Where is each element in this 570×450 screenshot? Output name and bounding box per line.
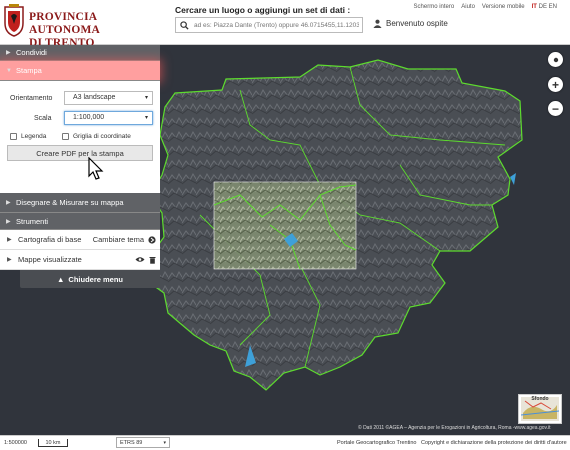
chevron-down-icon: ▾ xyxy=(144,115,148,121)
zoom-in-button[interactable]: + xyxy=(548,77,563,92)
crs-select[interactable]: ETRS 89 ▾ xyxy=(116,437,170,448)
chevron-right-icon: ▶ xyxy=(6,200,11,206)
close-menu-button[interactable]: ▲ Chiudere menu xyxy=(20,270,160,288)
basemap-label: Sfondo xyxy=(531,396,549,402)
chevron-right-icon: ▶ xyxy=(6,50,11,56)
side-panel: ▶ Condividi ▼ Stampa Orientamento A3 lan… xyxy=(0,45,160,288)
copyright-link[interactable]: Copyright e dichiarazione della protezio… xyxy=(421,440,567,446)
accordion-condividi[interactable]: ▶ Condividi xyxy=(0,45,160,61)
lang-de[interactable]: DE xyxy=(539,4,547,10)
crest-icon xyxy=(4,4,24,37)
scala-label: Scala xyxy=(34,115,52,122)
legenda-label: Legenda xyxy=(21,133,47,140)
user-menu[interactable]: Benvenuto ospite xyxy=(373,19,448,28)
create-pdf-button[interactable]: Creare PDF per la stampa xyxy=(7,145,153,161)
chevron-down-icon: ▾ xyxy=(163,440,166,446)
eye-icon[interactable] xyxy=(135,256,145,263)
search-label: Cercare un luogo o aggiungi un set di da… xyxy=(175,5,351,15)
zoom-out-button[interactable]: − xyxy=(548,101,563,116)
chevron-down-icon: ▼ xyxy=(6,67,12,74)
chevron-right-icon: ▶ xyxy=(6,218,11,225)
accordion-stampa[interactable]: ▼ Stampa xyxy=(0,61,160,81)
orientamento-select[interactable]: A3 landscape ▾ xyxy=(64,91,153,105)
search-input[interactable] xyxy=(194,19,359,31)
link-help[interactable]: Aiuto xyxy=(461,4,475,10)
zoom-out-icon: − xyxy=(551,101,559,116)
scale-text: 1:500000 xyxy=(4,440,27,446)
disegnare-label: Disegnare & Misurare su mappa xyxy=(16,198,124,207)
stampa-label: Stampa xyxy=(16,66,42,75)
mappe-row[interactable]: ▶ Mappe visualizzate xyxy=(0,250,160,270)
checkbox-box[interactable] xyxy=(10,133,17,140)
header: PROVINCIA AUTONOMA DI TRENTO Cercare un … xyxy=(0,0,570,49)
user-icon xyxy=(373,19,382,28)
link-fullscreen[interactable]: Schermo intero xyxy=(414,4,455,10)
stampa-body: Orientamento A3 landscape ▾ Scala 1:100,… xyxy=(0,81,160,177)
search-box[interactable] xyxy=(175,17,363,33)
cursor-icon xyxy=(88,157,104,180)
portal-link[interactable]: Portale Geocartografico Trentino xyxy=(337,440,417,446)
chevron-down-icon: ▾ xyxy=(144,95,148,101)
scala-value: 1:100,000 xyxy=(73,114,105,121)
arrow-right-icon[interactable] xyxy=(148,235,156,244)
strumenti-label: Strumenti xyxy=(16,216,49,226)
search-icon xyxy=(180,21,189,30)
griglia-label: Griglia di coordinate xyxy=(73,133,131,140)
trash-icon[interactable] xyxy=(149,256,156,264)
cartografia-row[interactable]: ▶ Cartografia di base Cambiare tema xyxy=(0,230,160,250)
cambiare-tema-link[interactable]: Cambiare tema xyxy=(93,235,144,244)
chevron-right-icon: ▶ xyxy=(7,237,12,243)
accordion-strumenti[interactable]: ▶ Strumenti xyxy=(0,213,160,230)
top-links: Schermo intero Aiuto Versione mobile IT … xyxy=(414,4,557,10)
cartografia-label: Cartografia di base xyxy=(18,235,82,244)
checkbox-box[interactable] xyxy=(62,133,69,140)
close-menu-label: Chiudere menu xyxy=(68,274,124,284)
basemap-switcher[interactable]: Sfondo xyxy=(518,394,562,424)
locate-icon xyxy=(553,57,558,62)
orientamento-value: A3 landscape xyxy=(73,94,116,101)
scale-bar: 10 km xyxy=(38,439,68,447)
logo-line1: PROVINCIA AUTONOMA xyxy=(29,11,101,36)
griglia-checkbox[interactable]: Griglia di coordinate xyxy=(62,133,131,140)
mappe-label: Mappe visualizzate xyxy=(18,255,82,264)
locate-button[interactable] xyxy=(548,52,563,67)
link-mobile[interactable]: Versione mobile xyxy=(482,4,525,10)
crs-value: ETRS 89 xyxy=(120,440,143,446)
accordion-disegnare[interactable]: ▶ Disegnare & Misurare su mappa xyxy=(0,193,160,213)
legenda-checkbox[interactable]: Legenda xyxy=(10,133,46,140)
scala-select[interactable]: 1:100,000 ▾ xyxy=(64,111,153,125)
user-label: Benvenuto ospite xyxy=(386,19,448,28)
caret-up-icon: ▲ xyxy=(56,274,65,284)
footer: 1:500000 10 km ETRS 89 ▾ Portale Geocart… xyxy=(0,435,570,450)
condividi-label: Condividi xyxy=(16,48,47,57)
lang-it[interactable]: IT xyxy=(532,4,537,10)
chevron-right-icon: ▶ xyxy=(7,257,12,263)
orientamento-label: Orientamento xyxy=(10,95,53,102)
lang-en[interactable]: EN xyxy=(549,4,557,10)
logo[interactable]: PROVINCIA AUTONOMA DI TRENTO xyxy=(3,3,158,49)
map-attribution: © Dati 2011 ©AGEA – Agenzia per le Eroga… xyxy=(358,425,551,431)
zoom-in-icon: + xyxy=(551,77,559,92)
